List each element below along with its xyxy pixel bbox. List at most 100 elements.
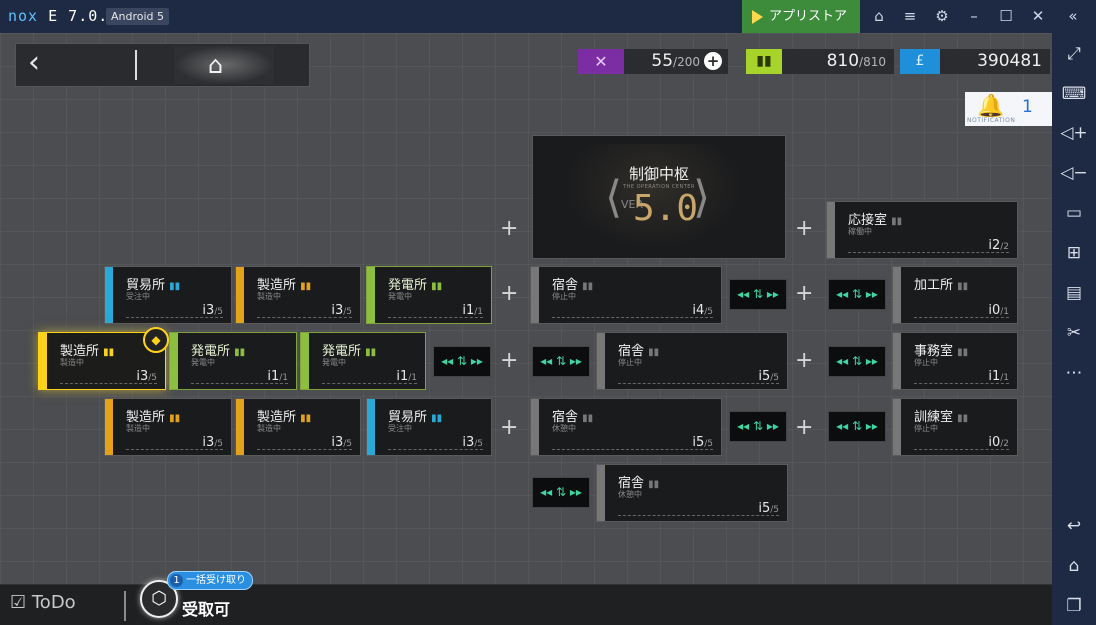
stairs-connector[interactable]: ◂◂ ⇅ ▸▸ (828, 279, 886, 310)
facility-dorm-2[interactable]: 宿舎 ▮▮ 停止中 i5/5 (596, 332, 788, 390)
signal-bars-icon: ▮▮ (648, 347, 660, 358)
facility-dorm-1[interactable]: 宿舎 ▮▮ 停止中 i4/5 (530, 266, 722, 324)
facility-reception[interactable]: 応接室 ▮▮ 稼働中 i2/2 (826, 201, 1018, 259)
stairs-connector[interactable]: ◂◂ ⇅ ▸▸ (532, 477, 590, 508)
facility-color-stripe (236, 399, 244, 455)
gear-icon[interactable]: ⚙ (927, 0, 957, 33)
collapse-icon[interactable]: « (1058, 0, 1088, 33)
facility-slot-bar (257, 317, 352, 320)
keyboard-icon[interactable]: ⌨ (1058, 81, 1090, 107)
facility-factory-1[interactable]: 製造所 ▮▮ 製造中 i3/5 (235, 266, 361, 324)
control-center[interactable]: ⟨ ⟩ 制御中枢 THE OPERATION CENTER VER 5.0 (532, 135, 786, 259)
battery-icon: ▮▮ (746, 49, 782, 74)
drone-counter: ✕ 55/200 + (578, 49, 728, 74)
stairs-connector[interactable]: ◂◂ ⇅ ▸▸ (433, 346, 491, 377)
claim-all-button[interactable]: 1 一括受け取り (167, 571, 253, 590)
facility-training[interactable]: 訓練室 ▮▮ 停止中 i0/2 (892, 398, 1018, 456)
facility-slot-bar (848, 252, 1009, 255)
add-drone-button[interactable]: + (704, 52, 722, 70)
facility-power-1[interactable]: 発電所 ▮▮ 発電中 i1/1 (366, 266, 492, 324)
facility-dorm-4[interactable]: 宿舎 ▮▮ 休憩中 i5/5 (596, 464, 788, 522)
volume-up-icon[interactable]: ◁+ (1058, 120, 1090, 146)
app-store-button[interactable]: アプリストア (742, 0, 860, 33)
facility-dorm-3[interactable]: 宿舎 ▮▮ 休憩中 i5/5 (530, 398, 722, 456)
facility-slot-bar (914, 449, 1009, 452)
close-icon[interactable]: ✕ (1023, 0, 1053, 33)
scissors-icon[interactable]: ✂ (1058, 320, 1090, 346)
facility-slot-bar (126, 317, 223, 320)
stairs-connector[interactable]: ◂◂ ⇅ ▸▸ (532, 346, 590, 377)
volume-down-icon[interactable]: ◁− (1058, 160, 1090, 186)
plus-connector-icon: + (500, 281, 519, 306)
facility-trade-1[interactable]: 貿易所 ▮▮ 受注中 i3/5 (104, 266, 232, 324)
collect-badge-icon[interactable]: ◆ (143, 327, 169, 353)
screen-icon[interactable]: ▭ (1058, 200, 1090, 226)
notification-count: 1 (1022, 97, 1033, 117)
facility-slot-bar (126, 449, 223, 452)
facility-factory-2[interactable]: 製造所 ▮▮ 製造中 i3/5 (104, 398, 232, 456)
facility-level: i3/5 (331, 303, 352, 318)
back-nav-icon[interactable]: ↩ (1058, 513, 1090, 539)
facility-status: 発電中 (191, 358, 215, 367)
stairs-icon: ◂◂ ⇅ ▸▸ (540, 485, 582, 499)
shirt-icon[interactable]: ⌂ (864, 0, 894, 33)
home-nav-icon[interactable]: ⌂ (1058, 553, 1090, 579)
stairs-connector[interactable]: ◂◂ ⇅ ▸▸ (729, 411, 787, 442)
facility-color-stripe (597, 333, 605, 389)
toolbox-icon[interactable]: ▤ (1058, 280, 1090, 306)
stairs-icon: ◂◂ ⇅ ▸▸ (540, 354, 582, 368)
signal-bars-icon: ▮▮ (891, 216, 903, 227)
plus-connector-icon: + (500, 348, 519, 373)
stairs-icon: ◂◂ ⇅ ▸▸ (836, 287, 878, 301)
facility-factory-hl[interactable]: 製造所 ▮▮ 製造中 i3/5 ◆ (38, 327, 169, 390)
facility-level: i3/5 (202, 435, 223, 450)
game-viewport: ‹ ⌂ ✕ 55/200 + ▮▮ 810/810 £ 390481 🔔 1 N… (0, 33, 1052, 625)
notification-button[interactable]: 🔔 1 NOTIFICATION (965, 92, 1052, 126)
facility-office[interactable]: 事務室 ▮▮ 停止中 i1/1 (892, 332, 1018, 390)
facility-power-3[interactable]: 発電所 ▮▮ 発電中 i1/1 (300, 332, 426, 390)
check-circle-icon: ☑ (10, 592, 27, 613)
facility-color-stripe (367, 267, 375, 323)
facility-level: i0/2 (988, 435, 1009, 450)
fullscreen-icon[interactable]: ⤢ (1058, 41, 1090, 67)
stairs-icon: ◂◂ ⇅ ▸▸ (737, 419, 779, 433)
facility-status: 製造中 (257, 424, 281, 433)
facility-color-stripe (531, 399, 539, 455)
facility-power-2[interactable]: 発電所 ▮▮ 発電中 i1/1 (169, 332, 297, 390)
menu-icon[interactable]: ≡ (895, 0, 925, 33)
todo-button[interactable]: ☑ ToDo (10, 592, 76, 613)
facility-level: i3/5 (462, 435, 483, 450)
facility-level: i1/1 (462, 303, 483, 318)
signal-bars-icon: ▮▮ (957, 413, 969, 424)
more-icon[interactable]: ⋯ (1058, 360, 1090, 386)
facility-status: 受注中 (126, 292, 150, 301)
facility-color-stripe (170, 333, 178, 389)
facility-trade-2[interactable]: 貿易所 ▮▮ 受注中 i3/5 (366, 398, 492, 456)
facility-factory-3[interactable]: 製造所 ▮▮ 製造中 i3/5 (235, 398, 361, 456)
signal-bars-icon: ▮▮ (431, 413, 443, 424)
claim-label[interactable]: 受取可 (182, 596, 230, 620)
signal-bars-icon: ▮▮ (957, 347, 969, 358)
back-button[interactable]: ‹ (16, 44, 134, 86)
stairs-connector[interactable]: ◂◂ ⇅ ▸▸ (729, 279, 787, 310)
facility-level: i1/1 (988, 369, 1009, 384)
recent-apps-icon[interactable]: ❐ (1058, 593, 1090, 619)
bottom-bar: ☑ ToDo ⬡ 1 一括受け取り 受取可 (0, 571, 1052, 625)
facility-status: 製造中 (60, 358, 84, 367)
apk-install-icon[interactable]: ⊞ (1058, 240, 1090, 266)
facility-workshop[interactable]: 加工所 ▮▮ i0/1 (892, 266, 1018, 324)
signal-bars-icon: ▮▮ (300, 413, 312, 424)
stairs-connector[interactable]: ◂◂ ⇅ ▸▸ (828, 411, 886, 442)
back-arrow-icon: ‹ (28, 45, 40, 80)
facility-slot-bar (388, 449, 483, 452)
facility-slot-bar (914, 317, 1009, 320)
facility-status: 休憩中 (552, 424, 576, 433)
maximize-icon[interactable]: ☐ (991, 0, 1021, 33)
home-button[interactable]: ⌂ (138, 44, 308, 86)
currency-icon: £ (900, 49, 940, 74)
facility-status: 発電中 (388, 292, 412, 301)
facility-color-stripe (105, 267, 113, 323)
stairs-connector[interactable]: ◂◂ ⇅ ▸▸ (828, 346, 886, 377)
facility-name: 加工所 ▮▮ (914, 278, 969, 293)
minimize-icon[interactable]: – (959, 0, 989, 33)
